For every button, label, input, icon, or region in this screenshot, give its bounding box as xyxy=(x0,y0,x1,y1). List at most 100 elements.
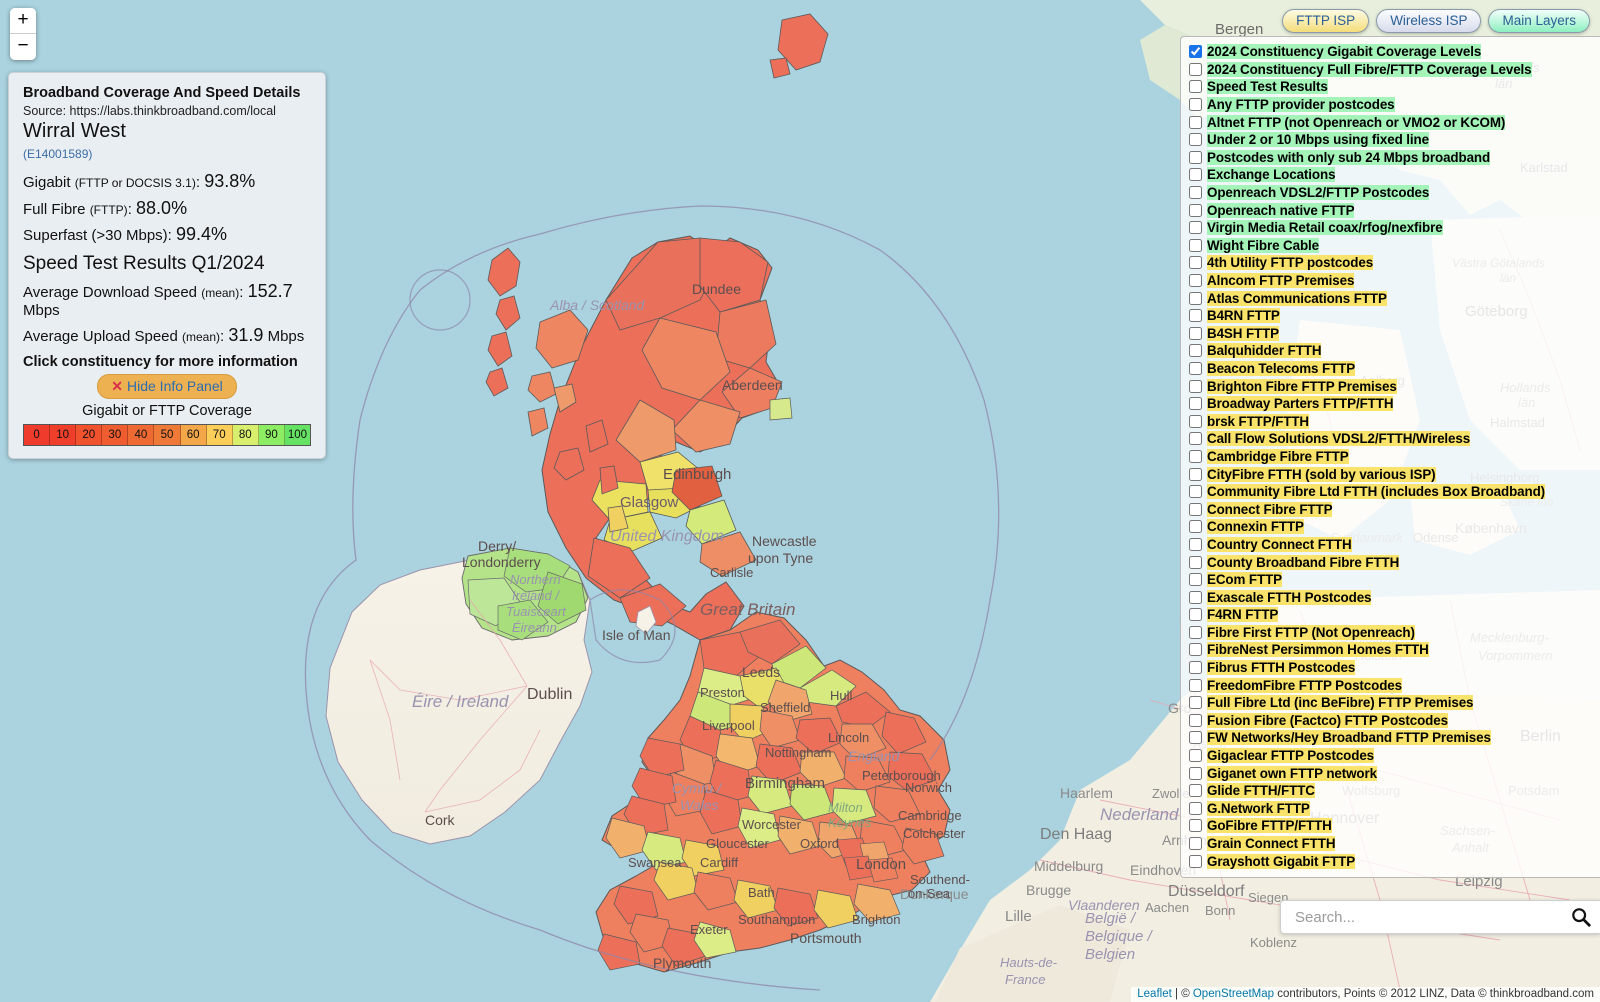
layer-row[interactable]: Openreach native FTTP xyxy=(1189,201,1596,219)
layer-checkbox[interactable] xyxy=(1189,309,1202,323)
layer-row[interactable]: FibreNest Persimmon Homes FTTH xyxy=(1189,641,1596,659)
layer-row[interactable]: Connect Fibre FTTP xyxy=(1189,500,1596,518)
layer-tab-fttp[interactable]: FTTP ISP xyxy=(1282,9,1370,33)
layer-checkbox[interactable] xyxy=(1189,45,1202,59)
layer-row[interactable]: Gigaclear FTTP Postcodes xyxy=(1189,747,1596,765)
layer-row[interactable]: Broadway Parters FTTP/FTTH xyxy=(1189,395,1596,413)
layer-row[interactable]: Any FTTP provider postcodes xyxy=(1189,96,1596,114)
layer-checkbox[interactable] xyxy=(1189,625,1202,639)
layer-row[interactable]: Alncom FTTP Premises xyxy=(1189,272,1596,290)
layer-checkbox[interactable] xyxy=(1189,291,1202,305)
zoom-in-button[interactable]: + xyxy=(10,8,36,34)
layer-checkbox[interactable] xyxy=(1189,696,1202,710)
leaflet-link[interactable]: Leaflet xyxy=(1137,988,1172,1000)
layer-row[interactable]: Exascale FTTH Postcodes xyxy=(1189,588,1596,606)
layer-checkbox[interactable] xyxy=(1189,221,1202,235)
layer-checkbox[interactable] xyxy=(1189,661,1202,675)
layer-checkbox[interactable] xyxy=(1189,608,1202,622)
layer-checkbox[interactable] xyxy=(1189,502,1202,516)
layer-checkbox[interactable] xyxy=(1189,678,1202,692)
layer-row[interactable]: B4RN FTTP xyxy=(1189,307,1596,325)
layer-checkbox[interactable] xyxy=(1189,749,1202,763)
layer-row[interactable]: Country Connect FTTH xyxy=(1189,536,1596,554)
layer-checkbox[interactable] xyxy=(1189,784,1202,798)
layer-checkbox[interactable] xyxy=(1189,115,1202,129)
layer-row[interactable]: County Broadband Fibre FTTH xyxy=(1189,553,1596,571)
layer-checkbox[interactable] xyxy=(1189,537,1202,551)
layer-checkbox[interactable] xyxy=(1189,80,1202,94)
layer-row[interactable]: Under 2 or 10 Mbps using fixed line xyxy=(1189,131,1596,149)
layer-checkbox[interactable] xyxy=(1189,837,1202,851)
layer-checkbox[interactable] xyxy=(1189,643,1202,657)
layer-row[interactable]: Connexin FTTP xyxy=(1189,518,1596,536)
layer-control-panel[interactable]: 2024 Constituency Gigabit Coverage Level… xyxy=(1180,36,1600,878)
layer-checkbox[interactable] xyxy=(1189,344,1202,358)
layer-checkbox[interactable] xyxy=(1189,379,1202,393)
layer-row[interactable]: Exchange Locations xyxy=(1189,166,1596,184)
layer-checkbox[interactable] xyxy=(1189,731,1202,745)
layer-checkbox[interactable] xyxy=(1189,432,1202,446)
layer-row[interactable]: Balquhidder FTTH xyxy=(1189,342,1596,360)
layer-row[interactable]: Cambridge Fibre FTTP xyxy=(1189,448,1596,466)
layer-row[interactable]: Grayshott Gigabit FTTP xyxy=(1189,852,1596,870)
layer-checkbox[interactable] xyxy=(1189,766,1202,780)
layer-row[interactable]: brsk FTTP/FTTH xyxy=(1189,412,1596,430)
layer-row[interactable]: Full Fibre Ltd (inc BeFibre) FTTP Premis… xyxy=(1189,694,1596,712)
layer-row[interactable]: Speed Test Results xyxy=(1189,78,1596,96)
layer-row[interactable]: Atlas Communications FTTP xyxy=(1189,289,1596,307)
layer-row[interactable]: Wight Fibre Cable xyxy=(1189,237,1596,255)
layer-checkbox[interactable] xyxy=(1189,414,1202,428)
layer-row[interactable]: Virgin Media Retail coax/rfog/nexfibre xyxy=(1189,219,1596,237)
search-input[interactable] xyxy=(1293,907,1570,927)
layer-checkbox[interactable] xyxy=(1189,801,1202,815)
layer-tab-wireless[interactable]: Wireless ISP xyxy=(1376,9,1482,33)
layer-row[interactable]: B4SH FTTP xyxy=(1189,325,1596,343)
layer-row[interactable]: Grain Connect FTTH xyxy=(1189,835,1596,853)
layer-row[interactable]: Glide FTTH/FTTC xyxy=(1189,782,1596,800)
layer-checkbox[interactable] xyxy=(1189,62,1202,76)
layer-row[interactable]: 2024 Constituency Gigabit Coverage Level… xyxy=(1189,43,1596,61)
layer-checkbox[interactable] xyxy=(1189,520,1202,534)
layer-checkbox[interactable] xyxy=(1189,133,1202,147)
layer-row[interactable]: F4RN FTTP xyxy=(1189,606,1596,624)
layer-checkbox[interactable] xyxy=(1189,326,1202,340)
layer-row[interactable]: Openreach VDSL2/FTTP Postcodes xyxy=(1189,184,1596,202)
layer-checkbox[interactable] xyxy=(1189,150,1202,164)
layer-row[interactable]: ECom FTTP xyxy=(1189,571,1596,589)
layer-row[interactable]: FW Networks/Hey Broadband FTTP Premises xyxy=(1189,729,1596,747)
layer-row[interactable]: Beacon Telecoms FTTP xyxy=(1189,360,1596,378)
layer-checkbox[interactable] xyxy=(1189,555,1202,569)
layer-checkbox[interactable] xyxy=(1189,203,1202,217)
layer-row[interactable]: Brighton Fibre FTTP Premises xyxy=(1189,377,1596,395)
layer-row[interactable]: GoFibre FTTP/FTTH xyxy=(1189,817,1596,835)
layer-row[interactable]: 2024 Constituency Full Fibre/FTTP Covera… xyxy=(1189,61,1596,79)
layer-checkbox[interactable] xyxy=(1189,485,1202,499)
layer-row[interactable]: CityFibre FTTH (sold by various ISP) xyxy=(1189,465,1596,483)
layer-row[interactable]: G.Network FTTP xyxy=(1189,800,1596,818)
layer-row[interactable]: Community Fibre Ltd FTTH (includes Box B… xyxy=(1189,483,1596,501)
layer-checkbox[interactable] xyxy=(1189,854,1202,868)
layer-row[interactable]: Giganet own FTTP network xyxy=(1189,764,1596,782)
layer-checkbox[interactable] xyxy=(1189,467,1202,481)
layer-row[interactable]: Fibrus FTTH Postcodes xyxy=(1189,659,1596,677)
layer-checkbox[interactable] xyxy=(1189,590,1202,604)
layer-checkbox[interactable] xyxy=(1189,168,1202,182)
layer-row[interactable]: Altnet FTTP (not Openreach or VMO2 or KC… xyxy=(1189,113,1596,131)
layer-row[interactable]: Fibre First FTTP (Not Openreach) xyxy=(1189,624,1596,642)
layer-row[interactable]: Fusion Fibre (Factco) FTTP Postcodes xyxy=(1189,712,1596,730)
layer-checkbox[interactable] xyxy=(1189,361,1202,375)
layer-row[interactable]: 4th Utility FTTP postcodes xyxy=(1189,254,1596,272)
openstreetmap-link[interactable]: OpenStreetMap xyxy=(1193,988,1274,1000)
layer-checkbox[interactable] xyxy=(1189,186,1202,200)
layer-checkbox[interactable] xyxy=(1189,397,1202,411)
layer-row[interactable]: Call Flow Solutions VDSL2/FTTH/Wireless xyxy=(1189,430,1596,448)
layer-row[interactable]: FreedomFibre FTTP Postcodes xyxy=(1189,676,1596,694)
zoom-control[interactable]: + − xyxy=(10,8,36,60)
layer-checkbox[interactable] xyxy=(1189,238,1202,252)
layer-checkbox[interactable] xyxy=(1189,256,1202,270)
layer-checkbox[interactable] xyxy=(1189,713,1202,727)
search-icon[interactable] xyxy=(1570,906,1592,928)
layer-checkbox[interactable] xyxy=(1189,819,1202,833)
hide-info-panel-button[interactable]: ✕ Hide Info Panel xyxy=(97,373,237,399)
layer-checkbox[interactable] xyxy=(1189,449,1202,463)
